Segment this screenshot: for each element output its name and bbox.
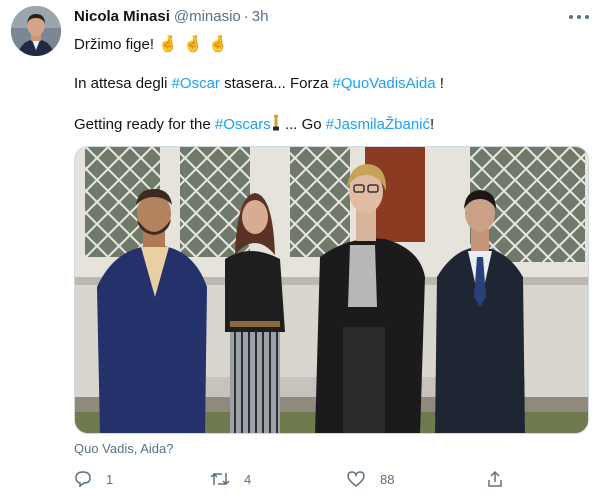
tweet-text-segment: Držimo fige! [74, 36, 155, 53]
tweet-photo[interactable] [74, 146, 589, 434]
like-button[interactable]: 88 [346, 468, 394, 490]
like-count: 88 [380, 471, 395, 487]
share-button[interactable] [486, 468, 504, 490]
hashtag-oscar[interactable]: #Oscar [172, 75, 220, 92]
crossed-fingers-emoji: 🤞 🤞 🤞 [158, 34, 229, 53]
tweet-text-line-2: In attesa degli #Oscar stasera... Forza … [74, 74, 444, 94]
reply-button[interactable]: 1 [74, 468, 113, 490]
like-icon [346, 470, 366, 488]
tweet-text-line-3: Getting ready for the #Oscars ... Go #Ja… [74, 114, 434, 137]
hashtag-oscars[interactable]: #Oscars [215, 116, 271, 133]
hashtag-jasmilazbanic[interactable]: #JasmilaŽbanić [326, 116, 430, 133]
tweet-text-segment: In attesa degli [74, 75, 172, 92]
author-handle[interactable]: @minasio [174, 8, 241, 25]
tweet-text-segment: stasera... Forza [219, 75, 333, 92]
tweet-timestamp[interactable]: 3h [252, 8, 269, 25]
share-icon [486, 470, 504, 488]
tweet-text-line-1: Držimo fige! 🤞 🤞 🤞 [74, 34, 228, 55]
tweet[interactable]: Nicola Minasi @minasio · 3h Držimo fige!… [0, 0, 600, 497]
retweet-icon [210, 470, 230, 488]
tweet-header: Nicola Minasi @minasio · 3h [74, 8, 268, 28]
tweet-actions: 1 4 88 [74, 468, 514, 490]
reply-count: 1 [106, 471, 114, 487]
tweet-text-segment: Getting ready for the [74, 116, 215, 133]
tweet-text-segment: ! [435, 75, 444, 92]
tweet-text-segment: ! [430, 116, 435, 133]
more-icon[interactable] [569, 10, 589, 24]
separator-dot: · [243, 8, 249, 25]
tweet-text-segment: ... Go [280, 116, 326, 133]
author-name[interactable]: Nicola Minasi [74, 8, 170, 25]
media-caption[interactable]: Quo Vadis, Aida? [74, 441, 174, 456]
reply-icon [74, 470, 92, 488]
retweet-button[interactable]: 4 [210, 468, 251, 490]
avatar[interactable] [11, 6, 61, 56]
hashtag-quovadisaida[interactable]: #QuoVadisAida [332, 75, 435, 92]
retweet-count: 4 [244, 471, 252, 487]
oscar-statuette-icon [272, 114, 280, 137]
